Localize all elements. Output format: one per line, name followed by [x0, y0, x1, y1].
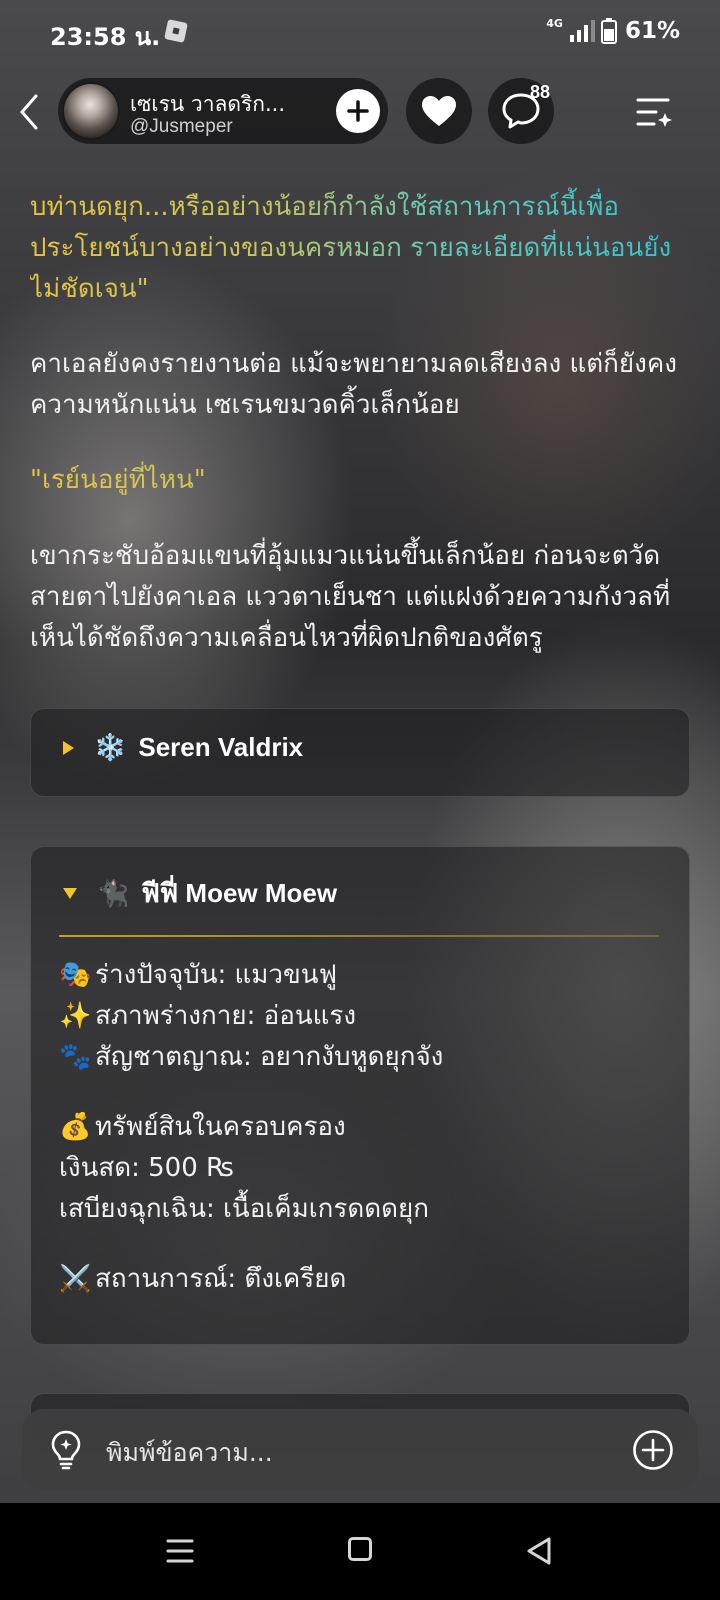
- avatar[interactable]: [62, 82, 120, 140]
- status-card-seren[interactable]: ❄️ Seren Valdrix: [30, 708, 690, 797]
- status-line: ✨ สภาพร่างกาย: อ่อนแรง: [59, 996, 443, 1037]
- money-bag-icon: 💰: [59, 1112, 92, 1142]
- snowflake-icon: ❄️: [94, 732, 127, 762]
- status-indicators: 4G 61%: [546, 16, 680, 46]
- story-paragraph-2: คาเอลยังคงรายงานต่อ แม้จะพยายามลดเสียงลง…: [30, 349, 677, 420]
- signal-icon: [569, 20, 595, 42]
- card-title-fifi: ฟีฟี่ Moew Moew: [141, 878, 338, 908]
- paw-icon: 🐾: [59, 1042, 92, 1072]
- message-input-bar[interactable]: พิมพ์ข้อความ...: [22, 1409, 698, 1490]
- network-type: 4G: [546, 16, 563, 30]
- plus-icon: [347, 100, 369, 122]
- mask-icon: 🎭: [59, 960, 92, 990]
- profile-pill[interactable]: เซเรน วาลดริก... @Jusmeper: [58, 78, 388, 144]
- chat-header: เซเรน วาลดริก... @Jusmeper 88: [0, 72, 720, 152]
- comment-count: 88: [530, 82, 551, 102]
- card-title-seren: Seren Valdrix: [138, 732, 304, 762]
- profile-handle: @Jusmeper: [130, 116, 233, 137]
- battery-icon: [600, 18, 617, 44]
- card-divider: [59, 935, 659, 937]
- system-nav-bar: [0, 1503, 720, 1600]
- expand-arrow-icon: [63, 740, 74, 755]
- card-header-fifi[interactable]: 🐈‍⬛ ฟีฟี่ Moew Moew: [63, 873, 337, 914]
- collapse-arrow-icon: [63, 888, 77, 899]
- recent-apps-icon[interactable]: [166, 1533, 194, 1569]
- black-cat-icon: 🐈‍⬛: [97, 878, 130, 908]
- story-paragraph-1: บท่านดยุก...หรืออย่างน้อยก็กำลังใช้สถานก…: [30, 187, 700, 310]
- card-header-seren[interactable]: ❄️ Seren Valdrix: [63, 732, 303, 763]
- status-bar: 23:58 น. 4G 61%: [0, 0, 720, 64]
- status-line: ⚔️ สถานการณ์: ตึงเครียด: [59, 1259, 346, 1300]
- status-line: 🎭 ร่างปัจจุบัน: แมวขนฟู: [59, 955, 443, 996]
- sparkles-icon: ✨: [59, 1001, 92, 1031]
- status-block-form: 🎭 ร่างปัจจุบัน: แมวขนฟู ✨ สภาพร่างกาย: อ่อ…: [59, 955, 443, 1078]
- menu-sparkle-icon[interactable]: [634, 92, 674, 132]
- story-dialogue-line: "เรย์นอยู่ที่ไหน": [30, 460, 700, 501]
- follow-button[interactable]: [336, 89, 380, 133]
- status-block-situation: ⚔️ สถานการณ์: ตึงเครียด: [59, 1259, 346, 1300]
- app-notification-icon: [164, 19, 188, 43]
- like-button[interactable]: [406, 78, 472, 144]
- status-block-assets: 💰 ทรัพย์สินในครอบครอง เงินสด: 500 ₨ เสบีย…: [59, 1107, 429, 1230]
- heart-icon: [422, 96, 456, 126]
- status-card-fifi[interactable]: 🐈‍⬛ ฟีฟี่ Moew Moew 🎭 ร่างปัจจุบัน: แมวขน…: [30, 846, 690, 1345]
- status-line: 🐾 สัญชาตญาณ: อยากงับหูดยุกจัง: [59, 1037, 443, 1078]
- status-line: 💰 ทรัพย์สินในครอบครอง: [59, 1107, 429, 1148]
- story-paragraph-3: เขากระชับอ้อมแขนที่อุ้มแมวแน่นขึ้นเล็กน้…: [30, 541, 671, 653]
- add-circle-icon[interactable]: [632, 1429, 674, 1471]
- status-time: 23:58 น.: [50, 23, 161, 51]
- status-line: เงินสด: 500 ₨: [59, 1153, 234, 1183]
- battery-percent: 61%: [624, 18, 680, 44]
- back-icon[interactable]: [14, 90, 46, 134]
- lightbulb-icon[interactable]: [46, 1429, 86, 1471]
- nav-back-icon[interactable]: [524, 1535, 554, 1567]
- home-icon[interactable]: [348, 1537, 372, 1561]
- crossed-swords-icon: ⚔️: [59, 1264, 92, 1294]
- status-line: เสบียงฉุกเฉิน: เนื้อเค็มเกรดดดยุก: [59, 1194, 429, 1224]
- message-input[interactable]: พิมพ์ข้อความ...: [106, 1433, 273, 1473]
